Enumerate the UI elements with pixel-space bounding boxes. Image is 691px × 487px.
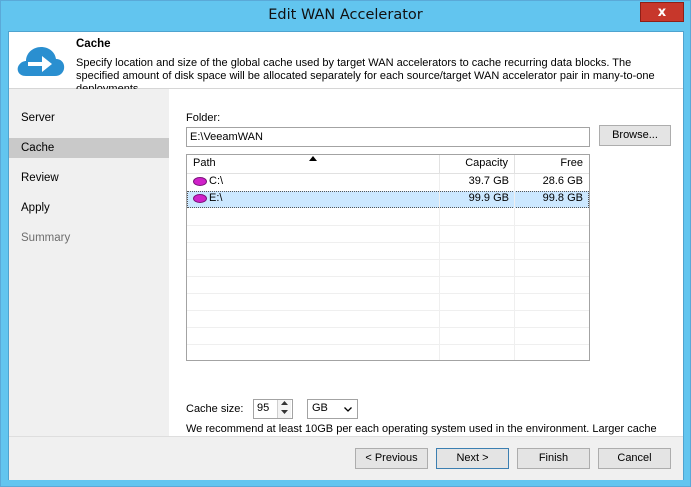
close-button[interactable]: x	[640, 2, 684, 22]
step-summary: Summary	[21, 232, 71, 244]
cache-size-value[interactable]: 95	[257, 402, 269, 414]
drive-row-c[interactable]: C:\ 39.7 GB 28.6 GB	[187, 174, 589, 191]
list-gridline	[187, 327, 589, 328]
next-button[interactable]: Next >	[436, 448, 509, 469]
list-column-line	[514, 174, 515, 360]
list-gridline	[187, 242, 589, 243]
drives-list[interactable]: Path Capacity Free C:\ 39.7 GB 28.6 GB E…	[186, 154, 590, 361]
column-header-capacity[interactable]: Capacity	[440, 155, 515, 173]
list-gridline	[187, 276, 589, 277]
step-cache[interactable]: Cache	[9, 138, 169, 158]
wizard-window: Edit WAN Accelerator x Cache Specify loc…	[0, 0, 691, 487]
cancel-button[interactable]: Cancel	[598, 448, 671, 469]
step-apply[interactable]: Apply	[9, 198, 169, 218]
step-title: Cache	[76, 38, 111, 50]
cache-unit-select[interactable]: GB	[307, 399, 358, 419]
wizard-header: Cache Specify location and size of the g…	[9, 32, 683, 95]
list-gridline	[187, 293, 589, 294]
step-review[interactable]: Review	[9, 168, 169, 188]
drive-capacity: 39.7 GB	[468, 175, 509, 187]
step-server[interactable]: Server	[9, 108, 169, 128]
list-gridline	[187, 344, 589, 345]
cache-size-stepper[interactable]: 95	[253, 399, 293, 419]
drive-capacity: 99.9 GB	[468, 192, 509, 204]
wizard-content: Folder: E:\VeeamWAN Browse... Path Capac…	[169, 89, 683, 448]
column-path-label: Path	[193, 157, 216, 169]
drive-path: C:\	[209, 175, 224, 187]
drives-list-header: Path Capacity Free	[187, 155, 589, 174]
chevron-down-icon	[344, 407, 352, 412]
chevron-up-icon	[281, 401, 288, 405]
drive-free: 99.8 GB	[542, 192, 583, 204]
stepper-buttons	[277, 400, 292, 418]
wizard-footer: < Previous Next > Finish Cancel	[9, 436, 683, 480]
chevron-down-icon	[281, 410, 288, 414]
list-gridline	[187, 225, 589, 226]
sort-ascending-icon	[309, 156, 317, 161]
wizard-client-area: Cache Specify location and size of the g…	[8, 31, 684, 480]
list-gridline	[187, 259, 589, 260]
column-header-free[interactable]: Free	[515, 155, 589, 173]
wizard-steps-sidebar: Server Cache Review Apply Summary	[9, 89, 169, 436]
finish-button[interactable]: Finish	[517, 448, 590, 469]
drive-free: 28.6 GB	[542, 175, 583, 187]
cache-unit-value: GB	[312, 402, 328, 414]
drive-path: E:\	[209, 192, 223, 204]
window-title: Edit WAN Accelerator	[268, 7, 423, 23]
list-column-line	[439, 174, 440, 360]
previous-button[interactable]: < Previous	[355, 448, 428, 469]
column-header-path[interactable]: Path	[187, 155, 440, 173]
title-bar[interactable]: Edit WAN Accelerator x	[1, 1, 690, 31]
drive-row-e[interactable]: E:\ 99.9 GB 99.8 GB	[187, 191, 589, 208]
folder-label: Folder:	[186, 112, 221, 124]
stepper-down-button[interactable]	[278, 409, 291, 418]
list-gridline	[187, 310, 589, 311]
folder-input[interactable]: E:\VeeamWAN	[186, 127, 590, 147]
cloud-arrow-icon	[17, 47, 65, 76]
cache-size-label: Cache size:	[186, 403, 244, 415]
browse-button[interactable]: Browse...	[599, 125, 671, 146]
